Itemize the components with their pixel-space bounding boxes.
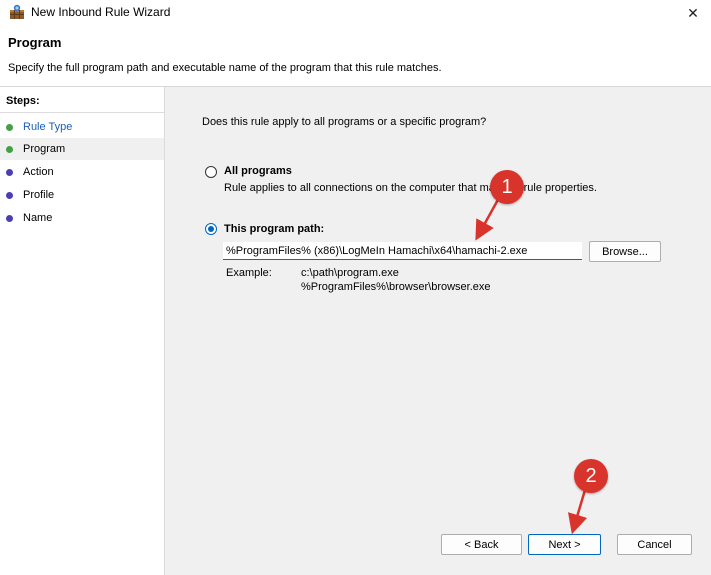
window-title: New Inbound Rule Wizard (31, 5, 171, 19)
example-line-2: %ProgramFiles%\browser\browser.exe (301, 281, 491, 293)
browse-button[interactable]: Browse... (589, 241, 661, 262)
close-icon: ✕ (687, 4, 699, 21)
all-programs-description: Rule applies to all connections on the c… (224, 182, 597, 194)
firewall-wizard-icon (10, 4, 24, 19)
annotation-badge-2: 2 (574, 459, 608, 493)
close-button[interactable]: ✕ (675, 0, 711, 26)
step-status-dot (6, 191, 13, 199)
step-rule-type[interactable]: Rule Type (0, 116, 164, 138)
scope-question: Does this rule apply to all programs or … (202, 116, 487, 128)
wizard-window: New Inbound Rule Wizard ✕ Program Specif… (0, 0, 711, 575)
page-description: Specify the full program path and execut… (8, 62, 442, 74)
step-program[interactable]: Program (0, 138, 164, 160)
step-status-dot (6, 145, 13, 153)
step-status-dot (6, 123, 13, 131)
step-name: Name (0, 207, 164, 229)
back-button[interactable]: < Back (441, 534, 522, 555)
page-header: Program Specify the full program path an… (0, 26, 711, 87)
page-title: Program (8, 35, 62, 50)
steps-heading: Steps: (6, 95, 40, 107)
all-programs-desc-part2: r rule properties. (516, 182, 597, 194)
title-bar: New Inbound Rule Wizard ✕ (0, 0, 711, 26)
program-path-radio[interactable] (205, 223, 217, 235)
step-label: Profile (23, 189, 55, 201)
step-profile: Profile (0, 184, 164, 206)
example-line-1: c:\path\program.exe (301, 267, 399, 279)
step-label: Action (23, 166, 54, 178)
arrow-to-path-input (475, 195, 502, 241)
next-button[interactable]: Next > (528, 534, 601, 555)
step-action: Action (0, 161, 164, 183)
example-label: Example: (226, 267, 272, 279)
arrow-to-next-button (567, 489, 588, 535)
steps-divider (0, 112, 164, 113)
annotation-badge-1: 1 (490, 170, 524, 204)
cancel-button[interactable]: Cancel (617, 534, 692, 555)
all-programs-label[interactable]: All programs (224, 165, 292, 177)
step-status-dot (6, 168, 13, 176)
program-path-label[interactable]: This program path: (224, 223, 324, 235)
step-label: Name (23, 212, 53, 224)
step-status-dot (6, 214, 13, 222)
all-programs-radio[interactable] (205, 166, 217, 178)
steps-sidebar: Steps: Rule Type Program Action Profile … (0, 87, 165, 575)
step-label: Program (23, 143, 66, 155)
all-programs-desc-part1: Rule applies to all connections on the c… (224, 182, 495, 194)
program-path-input[interactable] (223, 242, 582, 260)
step-label: Rule Type (23, 121, 73, 133)
